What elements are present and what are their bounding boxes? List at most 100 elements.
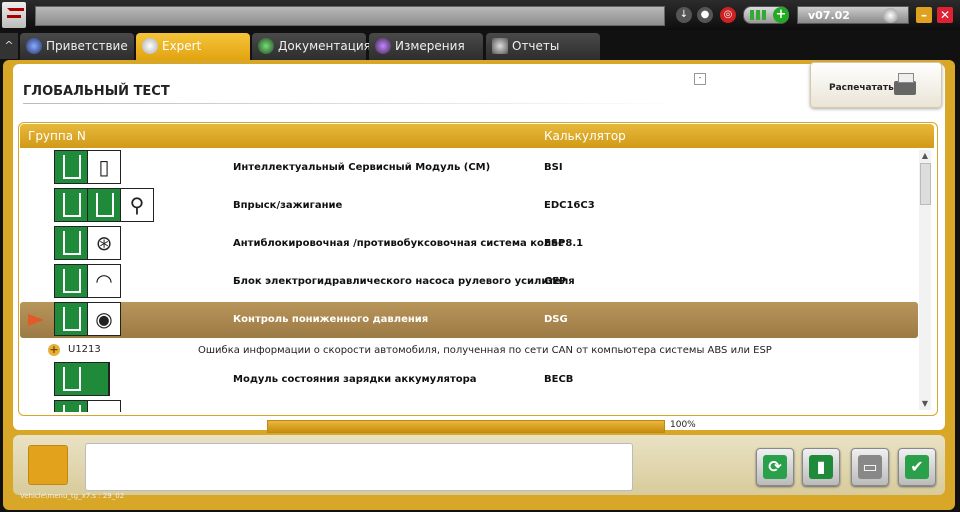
battery-indicator: + [743, 6, 789, 24]
tab-expert[interactable]: Expert [136, 33, 250, 60]
ecu-calc: DSG [544, 314, 568, 325]
module-green-icon [55, 151, 88, 183]
module-green-icon [55, 401, 88, 412]
user-icon[interactable]: ● [697, 7, 713, 23]
battery-bar-icon [756, 10, 760, 20]
status-indicator [28, 445, 68, 485]
lightning-icon [88, 189, 121, 221]
table-row[interactable]: Модуль состояния зарядки аккумулятора BE… [20, 362, 918, 398]
ecu-calc: ESP8.1 [544, 238, 584, 249]
steering-wheel-icon: ◠ [95, 269, 113, 293]
collapse-button[interactable]: - [694, 73, 706, 85]
steering-pump-module-icon: ◠ [54, 264, 121, 298]
module-icon: ▮ [809, 455, 833, 479]
progress-label: 100% [670, 420, 696, 430]
title-divider [23, 103, 683, 104]
ecu-calc: EDC16C3 [544, 200, 595, 211]
battery-charge-icon [55, 363, 109, 395]
refresh-icon: ⟳ [763, 455, 787, 479]
ecu-calc: BSI [544, 162, 563, 173]
confirm-button[interactable]: ✔ [898, 448, 936, 486]
tab-label: Отчеты [512, 39, 560, 53]
print-report-button[interactable]: ▭ [851, 448, 889, 486]
wave-icon [375, 38, 391, 54]
table-row-selected[interactable]: ◉ Контроль пониженного давления DSG [20, 302, 918, 338]
ecu-name: Антиблокировочная /противобуксовочная си… [233, 238, 564, 249]
table-row[interactable]: ▯ Интеллектуальный Сервисный Модуль (СМ)… [20, 150, 918, 186]
book-icon [258, 38, 274, 54]
top-address-field [35, 6, 665, 26]
module-select-button[interactable]: ▮ [802, 448, 840, 486]
battery-bar-icon [750, 10, 754, 20]
expand-plus-icon[interactable]: + [48, 344, 60, 356]
module-green-icon [55, 189, 88, 221]
print-button[interactable]: Распечатать [810, 62, 942, 108]
magnifier-icon [142, 38, 158, 54]
module-green-icon [55, 265, 88, 297]
table-row-partial[interactable] [20, 400, 918, 412]
ecu-name: Впрыск/зажигание [233, 200, 343, 211]
message-box [85, 443, 633, 491]
tab-label: Документация [278, 39, 371, 53]
scroll-down-icon[interactable]: ▼ [919, 398, 931, 410]
tab-welcome[interactable]: Приветствие [20, 33, 134, 60]
scroll-up-icon[interactable]: ▲ [919, 150, 931, 162]
ecu-calc: BECB [544, 374, 574, 385]
module-white-icon [88, 401, 120, 412]
printer-icon [894, 73, 916, 95]
table-row[interactable]: ⚲ Впрыск/зажигание EDC16C3 [20, 188, 918, 224]
version-display: v07.02 [797, 6, 909, 24]
print-label: Распечатать [829, 83, 894, 93]
scroll-thumb[interactable] [920, 163, 931, 205]
column-header-calculator: Калькулятор [544, 129, 626, 143]
stop-icon[interactable]: ◎ [720, 7, 736, 23]
ecu-name: Блок электрогидравлического насоса рулев… [233, 276, 575, 287]
tab-label: Измерения [395, 39, 465, 53]
printer-icon: ▭ [858, 455, 882, 479]
battery-module-icon [54, 362, 110, 396]
minimize-button[interactable]: – [916, 7, 932, 23]
ecu-name: Интеллектуальный Сервисный Модуль (СМ) [233, 162, 491, 173]
knob-icon[interactable] [883, 8, 898, 23]
fault-flag-icon [28, 314, 44, 326]
table-header: Группа N Калькулятор [20, 124, 934, 148]
fault-code: U1213 [68, 344, 101, 355]
fault-code-row[interactable]: + U1213 Ошибка информации о скорости авт… [44, 343, 844, 359]
report-icon [492, 38, 508, 54]
tire-pressure-module-icon: ◉ [54, 302, 121, 336]
table-row[interactable]: ⊛ Антиблокировочная /противобуксовочная … [20, 226, 918, 262]
tab-label: Приветствие [46, 39, 128, 53]
page-title: ГЛОБАЛЬНЫЙ ТЕСТ [23, 84, 170, 99]
battery-plus-icon: + [773, 7, 789, 23]
column-header-group: Группа N [28, 129, 86, 143]
file-path: Vehicle\menu_tg_x7.s : 29_02 [20, 492, 125, 500]
module-icon [54, 400, 121, 412]
checkmark-icon: ✔ [905, 455, 929, 479]
fuse-icon: ▯ [98, 155, 110, 179]
citroen-logo-icon [2, 2, 26, 28]
abs-module-icon: ⊛ [54, 226, 121, 260]
abs-wheel-icon: ⊛ [95, 231, 113, 255]
ecu-name: Модуль состояния зарядки аккумулятора [233, 374, 477, 385]
ecu-calc: GEP [544, 276, 567, 287]
progress-fill [268, 421, 664, 432]
tab-reports[interactable]: Отчеты [486, 33, 600, 60]
fault-description: Ошибка информации о скорости автомобиля,… [198, 345, 772, 356]
progress-bar [267, 420, 665, 433]
module-green-icon [55, 303, 88, 335]
battery-bar-icon [762, 10, 766, 20]
download-icon[interactable]: ↓ [676, 7, 692, 23]
refresh-button[interactable]: ⟳ [756, 448, 794, 486]
module-green-icon [55, 227, 88, 259]
injection-module-icon: ⚲ [54, 188, 154, 222]
tab-label: Expert [162, 39, 202, 53]
home-chevron-icon[interactable]: ^ [0, 33, 18, 59]
ecu-name: Контроль пониженного давления [233, 314, 429, 325]
tab-documentation[interactable]: Документация [252, 33, 371, 60]
close-button[interactable]: ✕ [937, 7, 953, 23]
tire-icon: ◉ [95, 307, 113, 331]
version-label: v07.02 [808, 9, 850, 22]
table-row[interactable]: ◠ Блок электрогидравлического насоса рул… [20, 264, 918, 300]
globe-icon [26, 38, 42, 54]
tab-measurements[interactable]: Измерения [369, 33, 483, 60]
